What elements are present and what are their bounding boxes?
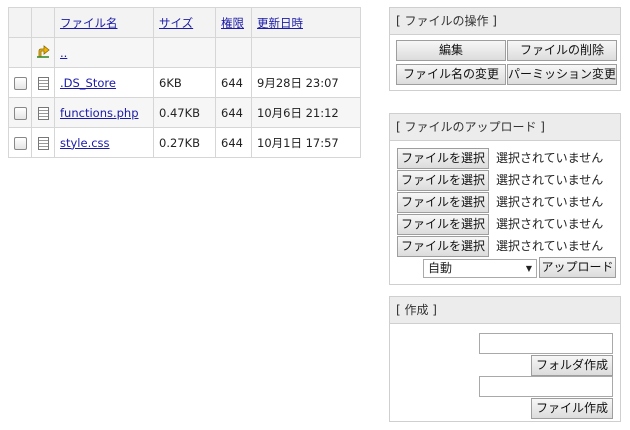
date-cell: [251, 37, 361, 68]
folder-up-icon[interactable]: [36, 44, 50, 58]
row-checkbox[interactable]: [13, 106, 27, 120]
file-operations-panel: [ ファイルの操作 ] 編集 ファイルの削除 ファイル名の変更 パーミッション変…: [389, 7, 621, 91]
file-link[interactable]: style.css: [60, 136, 110, 150]
row-checkbox[interactable]: [13, 76, 27, 90]
table-row: .DS_Store 6KB 644 9月28日 23:07: [8, 67, 361, 98]
choose-file-button[interactable]: ファイルを選択: [397, 170, 489, 191]
parent-dir-row: ..: [8, 37, 361, 68]
icon-cell: [31, 67, 55, 98]
upload-mode-value: 自動: [428, 261, 453, 275]
table-row: functions.php 0.47KB 644 10月6日 21:12: [8, 97, 361, 128]
no-file-label: 選択されていません: [496, 195, 604, 209]
icon-cell: [31, 127, 55, 158]
no-file-label: 選択されていません: [496, 151, 604, 165]
sort-by-permission-link[interactable]: 権限: [221, 16, 244, 30]
file-table: ファイル名 サイズ 権限 更新日時 .. .DS_Store 6KB 644 9…: [8, 7, 361, 158]
no-file-label: 選択されていません: [496, 217, 604, 231]
check-cell: [8, 67, 32, 98]
size-cell: 0.47KB: [153, 97, 216, 128]
panel-title: [ ファイルのアップロード ]: [390, 114, 620, 141]
panel-title: [ ファイルの操作 ]: [390, 8, 620, 35]
create-file-button[interactable]: ファイル作成: [531, 398, 613, 419]
no-file-label: 選択されていません: [496, 239, 604, 253]
choose-file-button[interactable]: ファイルを選択: [397, 148, 489, 169]
file-icon: [37, 106, 49, 120]
rename-file-button[interactable]: ファイル名の変更: [396, 64, 506, 85]
size-cell: 6KB: [153, 67, 216, 98]
header-cell-date: 更新日時: [251, 7, 361, 38]
name-cell: functions.php: [54, 97, 154, 128]
name-cell: .DS_Store: [54, 67, 154, 98]
perm-cell: [215, 37, 252, 68]
folder-name-input[interactable]: [479, 333, 613, 354]
icon-cell: [31, 97, 55, 128]
sort-by-name-link[interactable]: ファイル名: [60, 16, 118, 30]
file-name-input[interactable]: [479, 376, 613, 397]
create-panel: [ 作成 ] フォルダ作成 ファイル作成: [389, 296, 621, 422]
parent-dir-link[interactable]: ..: [60, 46, 67, 60]
edit-button[interactable]: 編集: [396, 40, 506, 61]
upload-button[interactable]: アップロード: [539, 257, 616, 278]
sort-by-size-link[interactable]: サイズ: [159, 16, 193, 30]
choose-file-button[interactable]: ファイルを選択: [397, 214, 489, 235]
check-cell: [8, 127, 32, 158]
sort-by-date-link[interactable]: 更新日時: [257, 16, 303, 30]
date-cell: 10月1日 17:57: [251, 127, 361, 158]
table-row: style.css 0.27KB 644 10月1日 17:57: [8, 127, 361, 158]
choose-file-button[interactable]: ファイルを選択: [397, 192, 489, 213]
file-icon: [37, 76, 49, 90]
size-cell: 0.27KB: [153, 127, 216, 158]
table-header-row: ファイル名 サイズ 権限 更新日時: [8, 7, 361, 38]
delete-file-button[interactable]: ファイルの削除: [507, 40, 617, 61]
choose-file-button[interactable]: ファイルを選択: [397, 236, 489, 257]
header-icon-cell: [31, 7, 55, 38]
check-cell: [8, 37, 32, 68]
perm-cell: 644: [215, 67, 252, 98]
file-icon: [37, 136, 49, 150]
header-check-cell: [8, 7, 32, 38]
name-cell: ..: [54, 37, 154, 68]
header-cell-perm: 権限: [215, 7, 252, 38]
panel-title: [ 作成 ]: [390, 297, 620, 324]
name-cell: style.css: [54, 127, 154, 158]
icon-cell: [31, 37, 55, 68]
upload-mode-select[interactable]: 自動 ▼: [423, 259, 537, 278]
header-cell-name: ファイル名: [54, 7, 154, 38]
date-cell: 9月28日 23:07: [251, 67, 361, 98]
file-upload-panel: [ ファイルのアップロード ] ファイルを選択 選択されていません ファイルを選…: [389, 113, 621, 285]
size-cell: [153, 37, 216, 68]
file-link[interactable]: .DS_Store: [60, 76, 116, 90]
create-folder-button[interactable]: フォルダ作成: [531, 355, 613, 376]
file-link[interactable]: functions.php: [60, 106, 139, 120]
header-cell-size: サイズ: [153, 7, 216, 38]
date-cell: 10月6日 21:12: [251, 97, 361, 128]
dropdown-arrow-icon: ▼: [525, 264, 532, 273]
no-file-label: 選択されていません: [496, 173, 604, 187]
perm-cell: 644: [215, 97, 252, 128]
perm-cell: 644: [215, 127, 252, 158]
change-permission-button[interactable]: パーミッション変更: [507, 64, 617, 85]
check-cell: [8, 97, 32, 128]
row-checkbox[interactable]: [13, 136, 27, 150]
